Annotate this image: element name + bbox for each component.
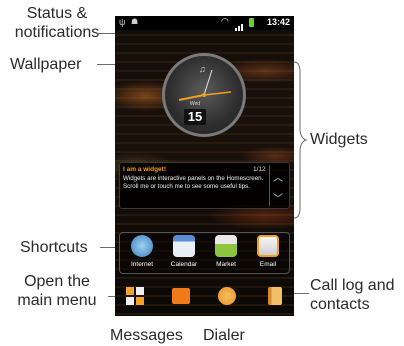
- callout-messages: Messages: [110, 327, 183, 344]
- signal-icon: [235, 18, 245, 31]
- android-icon: ☗: [131, 17, 139, 26]
- shortcut-label: Email: [259, 261, 277, 268]
- shortcut-email[interactable]: Email: [248, 235, 288, 268]
- status-bar[interactable]: ψ ☗ ◠ 13:42: [115, 16, 294, 31]
- callout-wallpaper: Wallpaper: [10, 56, 82, 73]
- shortcut-label: Internet: [130, 261, 154, 268]
- alarm-icon: ♫: [199, 64, 206, 74]
- tip-divider: [269, 165, 270, 206]
- callout-call-log: Call log and contacts: [310, 277, 395, 313]
- dialer-button[interactable]: [217, 286, 237, 306]
- dialer-icon: [218, 287, 236, 305]
- shortcut-label: Market: [216, 261, 236, 268]
- shortcut-calendar[interactable]: Calendar: [164, 235, 204, 268]
- email-icon: [257, 235, 279, 257]
- clock-date: 15: [184, 109, 206, 125]
- clock-day: Wed: [189, 101, 201, 107]
- shortcut-label: Calendar: [170, 261, 198, 268]
- callout-status: Status & notifications: [14, 5, 100, 41]
- chevron-up-icon[interactable]: ︿: [273, 169, 283, 184]
- shortcut-internet[interactable]: Internet: [122, 235, 162, 268]
- messages-icon: [172, 288, 190, 304]
- chevron-down-icon[interactable]: ﹀: [273, 190, 283, 205]
- calendar-icon: [173, 235, 195, 257]
- status-time: 13:42: [266, 17, 290, 27]
- callout-open-menu: Open the main menu: [17, 273, 97, 309]
- main-menu-button[interactable]: [125, 286, 145, 306]
- battery-icon: [249, 18, 254, 27]
- internet-icon: [131, 235, 153, 257]
- shortcuts-bar: Internet Calendar Market Email: [119, 232, 290, 274]
- usb-icon: ψ: [119, 17, 126, 27]
- market-icon: [215, 235, 237, 257]
- tip-counter: 1/12: [253, 166, 266, 173]
- tip-title: I am a widget!: [123, 166, 166, 173]
- contacts-button[interactable]: [265, 286, 285, 306]
- tips-widget[interactable]: I am a widget! 1/12 Widgets are interact…: [119, 162, 290, 209]
- messages-button[interactable]: [171, 286, 191, 306]
- wifi-icon: ◠: [221, 16, 229, 26]
- tip-body: Widgets are interactive panels on the Ho…: [123, 175, 264, 191]
- phone-screen: ψ ☗ ◠ 13:42 ♫ Wed 15 I am a widget! 1/12…: [115, 16, 294, 316]
- main-menu-icon: [126, 287, 144, 305]
- callout-widgets: Widgets: [310, 131, 368, 148]
- contacts-icon: [268, 287, 282, 305]
- widgets-brace: [293, 61, 308, 219]
- callout-dialer: Dialer: [203, 327, 245, 344]
- callout-shortcuts: Shortcuts: [20, 239, 88, 256]
- shortcut-market[interactable]: Market: [206, 235, 246, 268]
